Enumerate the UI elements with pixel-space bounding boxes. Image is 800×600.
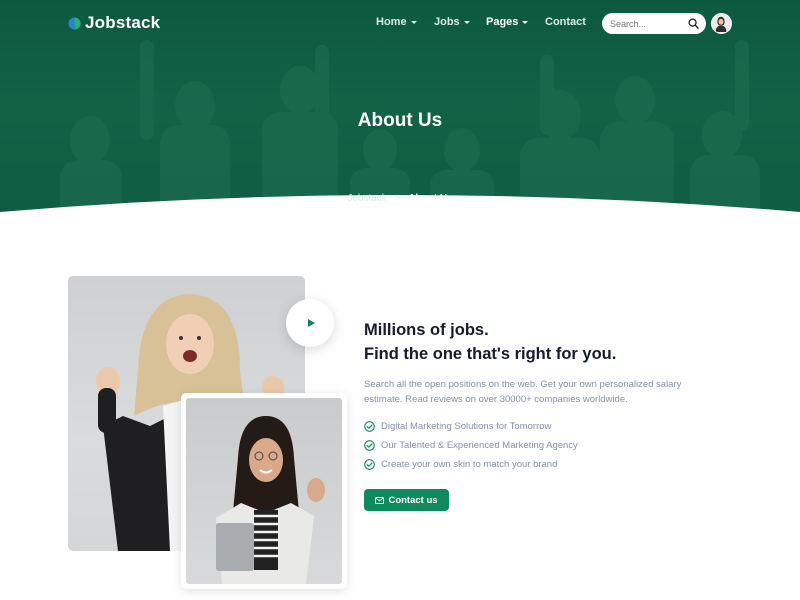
hero-banner: Jobstack Home Jobs Pages Contact Search.… [0, 0, 800, 232]
contact-us-label: Contact us [388, 494, 438, 506]
check-circle-icon [364, 421, 375, 432]
nav-item-pages[interactable]: Pages [486, 16, 529, 28]
nav-item-label: Home [376, 16, 407, 28]
check-circle-icon [364, 440, 375, 451]
nav-item-home[interactable]: Home [376, 16, 417, 28]
nav-item-contact[interactable]: Contact [545, 16, 586, 28]
user-avatar[interactable] [711, 13, 732, 34]
chevron-down-icon [410, 21, 417, 24]
feature-item: Digital Marketing Solutions for Tomorrow [364, 417, 578, 436]
nav-item-label: Contact [545, 16, 586, 28]
about-heading: Millions of jobs. Find the one that's ri… [364, 318, 764, 366]
feature-text: Create your own skin to match your brand [381, 459, 558, 470]
about-secondary-photo [186, 398, 342, 584]
about-heading-line2: Find the one that's right for you. [364, 345, 617, 363]
play-icon [307, 319, 315, 327]
about-heading-line1: Millions of jobs. [364, 321, 489, 339]
feature-text: Our Talented & Experienced Marketing Age… [381, 440, 578, 451]
brand-logo[interactable]: Jobstack [68, 13, 160, 33]
page-title: About Us [357, 110, 443, 131]
chevron-down-icon [522, 21, 529, 24]
woman-with-laptop-image [216, 416, 325, 584]
play-video-button[interactable] [286, 299, 334, 347]
logo-mark-icon [68, 16, 81, 30]
nav-item-label: Pages [486, 16, 519, 28]
search-input[interactable] [610, 18, 686, 29]
contact-us-button[interactable]: Contact us [364, 489, 449, 511]
brand-name: Jobstack [85, 13, 161, 32]
top-navbar: Jobstack Home Jobs Pages Contact [0, 0, 800, 46]
feature-item: Our Talented & Experienced Marketing Age… [364, 436, 578, 455]
breadcrumb: Jobstack > About Us [0, 193, 800, 204]
nav-item-jobs[interactable]: Jobs [434, 16, 470, 28]
breadcrumb-parent-link[interactable]: Jobstack [347, 193, 386, 204]
nav-item-label: Jobs [434, 16, 460, 28]
feature-item: Create your own skin to match your brand [364, 455, 578, 474]
check-circle-icon [364, 459, 375, 470]
chevron-down-icon [463, 21, 470, 24]
feature-list: Digital Marketing Solutions for Tomorrow… [364, 417, 578, 474]
avatar-icon [712, 14, 730, 32]
about-description: Search all the open positions on the web… [364, 379, 682, 405]
search-icon[interactable] [688, 18, 699, 29]
feature-text: Digital Marketing Solutions for Tomorrow [381, 421, 552, 432]
breadcrumb-separator: > [394, 193, 401, 204]
about-secondary-photo-frame [181, 393, 347, 589]
search-box [602, 13, 706, 34]
mail-icon [375, 496, 385, 504]
breadcrumb-current: About Us [408, 193, 453, 204]
